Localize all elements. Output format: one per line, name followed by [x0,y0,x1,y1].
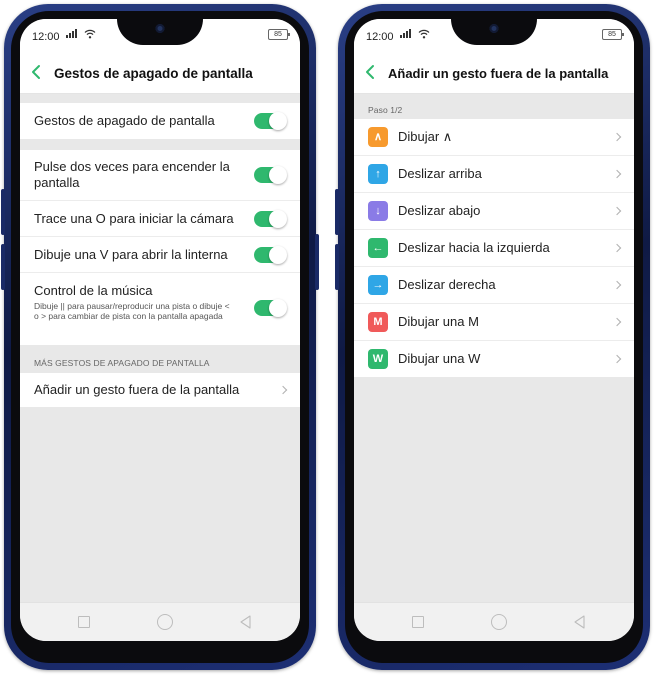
recents-button[interactable] [78,616,90,628]
phone-right: 12:00 85 Añadir un gesto fuera de la pan… [335,4,650,670]
gesture-option-label: Deslizar hacia la izquierda [398,240,550,255]
page-header: Gestos de apagado de pantalla [20,53,300,94]
add-gesture-group: Añadir un gesto fuera de la pantalla [20,373,300,407]
gesture-option-label: Dibujar una M [398,314,479,329]
flashlight-gesture-toggle[interactable] [254,246,287,264]
page-title: Añadir un gesto fuera de la pantalla [388,66,609,81]
back-arrow-icon[interactable] [364,63,378,81]
add-gesture-row[interactable]: Añadir un gesto fuera de la pantalla [20,373,300,407]
power-button [315,234,319,290]
toggle-row-camera[interactable]: Trace una O para iniciar la cámara [20,201,300,237]
camera-gesture-toggle[interactable] [254,210,287,228]
home-button[interactable] [491,614,507,630]
arrow-left-icon: ← [368,238,388,258]
front-camera [155,24,165,33]
gesture-list: ∧ Dibujar ∧ ↑ Deslizar arriba ↓ Deslizar abaj… [354,119,634,377]
gesture-option-label: Deslizar arriba [398,166,482,181]
volume-button [1,189,5,235]
toggle-label: Control de la música [34,283,153,298]
master-toggle-switch[interactable] [254,112,287,130]
home-button[interactable] [157,614,173,630]
step-indicator: Paso 1/2 [368,105,403,115]
status-time: 12:00 [32,31,60,43]
toggle-label: Trace una O para iniciar la cámara [34,211,234,226]
toggle-row-double-tap[interactable]: Pulse dos veces para encender la pantall… [20,150,300,201]
page-title: Gestos de apagado de pantalla [54,66,253,81]
notch [117,19,203,45]
gesture-option-label: Dibujar una W [398,351,481,366]
phone-left: 12:00 85 Gestos de apagado de pantalla G… [1,4,319,670]
battery-icon: 85 [268,29,290,40]
gesture-option[interactable]: → Deslizar derecha [354,267,634,304]
page-header: Añadir un gesto fuera de la pantalla [354,53,634,94]
chevron-right-icon [612,280,622,290]
notch [451,19,537,45]
gesture-option[interactable]: M Dibujar una M [354,304,634,341]
front-camera [489,24,499,33]
toggle-row-music[interactable]: Control de la música Dibuje || para paus… [20,273,300,345]
arrow-down-icon: ↓ [368,201,388,221]
arrow-right-icon: → [368,275,388,295]
master-toggle-group: Gestos de apagado de pantalla [20,103,300,139]
wifi-icon [418,29,430,39]
double-tap-toggle[interactable] [254,166,287,184]
settings-screen: 12:00 85 Gestos de apagado de pantalla G… [20,19,300,641]
add-gesture-screen: 12:00 85 Añadir un gesto fuera de la pan… [354,19,634,641]
status-time: 12:00 [366,31,394,43]
navigation-bar [20,602,300,641]
volume-button [1,244,5,290]
master-toggle-row[interactable]: Gestos de apagado de pantalla [20,103,300,139]
toggle-row-flashlight[interactable]: Dibuje una V para abrir la linterna [20,237,300,273]
chevron-right-icon [612,354,622,364]
back-button[interactable] [572,614,588,630]
letter-m-icon: M [368,312,388,332]
chevron-right-icon [612,169,622,179]
chevron-right-icon [612,206,622,216]
gesture-option-label: Dibujar ∧ [398,129,453,144]
wifi-icon [84,29,96,39]
toggle-description: Dibuje || para pausar/reproducir una pis… [34,301,230,321]
chevron-right-icon [278,385,288,395]
gesture-option-label: Deslizar abajo [398,203,481,218]
chevron-right-icon [612,243,622,253]
gesture-toggle-group: Pulse dos veces para encender la pantall… [20,150,300,345]
gesture-option[interactable]: ↓ Deslizar abajo [354,193,634,230]
volume-button [335,244,339,290]
signal-icon [66,29,77,38]
gesture-option[interactable]: W Dibujar una W [354,341,634,377]
section-title: MÁS GESTOS DE APAGADO DE PANTALLA [34,358,210,368]
back-button[interactable] [238,614,254,630]
chevron-right-icon [612,132,622,142]
back-arrow-icon[interactable] [30,63,44,81]
battery-icon: 85 [602,29,624,40]
recents-button[interactable] [412,616,424,628]
caret-up-icon: ∧ [368,127,388,147]
arrow-up-icon: ↑ [368,164,388,184]
phone-bezel: 12:00 85 Añadir un gesto fuera de la pan… [345,11,643,663]
music-gesture-toggle[interactable] [254,299,287,317]
gesture-option[interactable]: ↑ Deslizar arriba [354,156,634,193]
master-toggle-label: Gestos de apagado de pantalla [34,113,215,128]
navigation-bar [354,602,634,641]
signal-icon [400,29,411,38]
add-gesture-label: Añadir un gesto fuera de la pantalla [34,382,240,397]
phone-bezel: 12:00 85 Gestos de apagado de pantalla G… [11,11,309,663]
chevron-right-icon [612,317,622,327]
volume-button [335,189,339,235]
toggle-label: Dibuje una V para abrir la linterna [34,247,228,262]
gesture-option-label: Deslizar derecha [398,277,496,292]
toggle-label: Pulse dos veces para encender la pantall… [34,159,230,190]
gesture-option[interactable]: ← Deslizar hacia la izquierda [354,230,634,267]
letter-w-icon: W [368,349,388,369]
gesture-option[interactable]: ∧ Dibujar ∧ [354,119,634,156]
